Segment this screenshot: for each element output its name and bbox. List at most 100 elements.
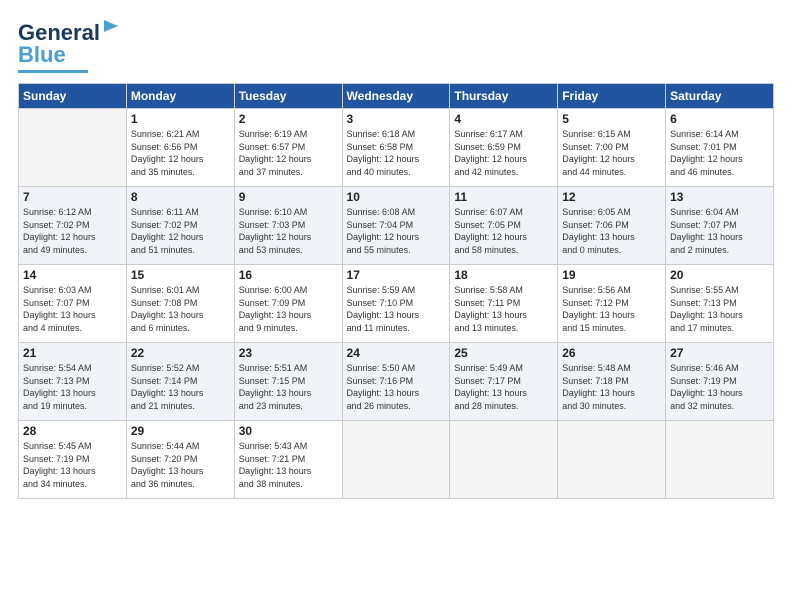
day-number: 12 bbox=[562, 190, 661, 204]
calendar-cell: 12 Sunrise: 6:05 AM Sunset: 7:06 PM Dayli… bbox=[558, 187, 666, 265]
calendar-cell: 14 Sunrise: 6:03 AM Sunset: 7:07 PM Dayli… bbox=[19, 265, 127, 343]
day-number: 17 bbox=[347, 268, 446, 282]
calendar-cell: 5 Sunrise: 6:15 AM Sunset: 7:00 PM Daylig… bbox=[558, 109, 666, 187]
cell-sun-info: Sunrise: 5:54 AM Sunset: 7:13 PM Dayligh… bbox=[23, 362, 122, 412]
calendar-cell: 21Sunrise: 5:54 AM Sunset: 7:13 PM Dayli… bbox=[19, 343, 127, 421]
cell-sun-info: Sunrise: 5:43 AM Sunset: 7:21 PM Dayligh… bbox=[239, 440, 338, 490]
logo-underline bbox=[18, 70, 88, 73]
calendar-week-row: 14 Sunrise: 6:03 AM Sunset: 7:07 PM Dayli… bbox=[19, 265, 774, 343]
cell-sun-info: Sunrise: 5:50 AM Sunset: 7:16 PM Dayligh… bbox=[347, 362, 446, 412]
calendar-cell: 18Sunrise: 5:58 AM Sunset: 7:11 PM Dayli… bbox=[450, 265, 558, 343]
cell-sun-info: Sunrise: 5:56 AM Sunset: 7:12 PM Dayligh… bbox=[562, 284, 661, 334]
calendar-week-row: 21Sunrise: 5:54 AM Sunset: 7:13 PM Dayli… bbox=[19, 343, 774, 421]
calendar-cell: 23 Sunrise: 5:51 AM Sunset: 7:15 PM Dayli… bbox=[234, 343, 342, 421]
calendar-table: SundayMondayTuesdayWednesdayThursdayFrid… bbox=[18, 83, 774, 499]
cell-sun-info: Sunrise: 6:17 AM Sunset: 6:59 PM Dayligh… bbox=[454, 128, 553, 178]
calendar-cell: 27Sunrise: 5:46 AM Sunset: 7:19 PM Dayli… bbox=[666, 343, 774, 421]
day-number: 10 bbox=[347, 190, 446, 204]
calendar-cell bbox=[666, 421, 774, 499]
cell-sun-info: Sunrise: 5:49 AM Sunset: 7:17 PM Dayligh… bbox=[454, 362, 553, 412]
day-number: 19 bbox=[562, 268, 661, 282]
calendar-cell: 16 Sunrise: 6:00 AM Sunset: 7:09 PM Dayli… bbox=[234, 265, 342, 343]
col-header-tuesday: Tuesday bbox=[234, 84, 342, 109]
calendar-week-row: 28Sunrise: 5:45 AM Sunset: 7:19 PM Dayli… bbox=[19, 421, 774, 499]
calendar-cell: 28Sunrise: 5:45 AM Sunset: 7:19 PM Dayli… bbox=[19, 421, 127, 499]
day-number: 15 bbox=[131, 268, 230, 282]
cell-sun-info: Sunrise: 6:07 AM Sunset: 7:05 PM Dayligh… bbox=[454, 206, 553, 256]
cell-sun-info: Sunrise: 6:19 AM Sunset: 6:57 PM Dayligh… bbox=[239, 128, 338, 178]
day-number: 6 bbox=[670, 112, 769, 126]
day-number: 20 bbox=[670, 268, 769, 282]
cell-sun-info: Sunrise: 5:48 AM Sunset: 7:18 PM Dayligh… bbox=[562, 362, 661, 412]
calendar-cell: 2 Sunrise: 6:19 AM Sunset: 6:57 PM Daylig… bbox=[234, 109, 342, 187]
col-header-sunday: Sunday bbox=[19, 84, 127, 109]
cell-sun-info: Sunrise: 6:01 AM Sunset: 7:08 PM Dayligh… bbox=[131, 284, 230, 334]
day-number: 23 bbox=[239, 346, 338, 360]
day-number: 27 bbox=[670, 346, 769, 360]
calendar-cell: 13 Sunrise: 6:04 AM Sunset: 7:07 PM Dayli… bbox=[666, 187, 774, 265]
calendar-cell: 8Sunrise: 6:11 AM Sunset: 7:02 PM Daylig… bbox=[126, 187, 234, 265]
cell-sun-info: Sunrise: 6:18 AM Sunset: 6:58 PM Dayligh… bbox=[347, 128, 446, 178]
cell-sun-info: Sunrise: 6:11 AM Sunset: 7:02 PM Dayligh… bbox=[131, 206, 230, 256]
calendar-header-row: SundayMondayTuesdayWednesdayThursdayFrid… bbox=[19, 84, 774, 109]
calendar-cell: 6 Sunrise: 6:14 AM Sunset: 7:01 PM Daylig… bbox=[666, 109, 774, 187]
day-number: 24 bbox=[347, 346, 446, 360]
day-number: 4 bbox=[454, 112, 553, 126]
day-number: 18 bbox=[454, 268, 553, 282]
day-number: 30 bbox=[239, 424, 338, 438]
calendar-cell: 25 Sunrise: 5:49 AM Sunset: 7:17 PM Dayli… bbox=[450, 343, 558, 421]
cell-sun-info: Sunrise: 6:00 AM Sunset: 7:09 PM Dayligh… bbox=[239, 284, 338, 334]
calendar-cell: 22 Sunrise: 5:52 AM Sunset: 7:14 PM Dayli… bbox=[126, 343, 234, 421]
calendar-cell bbox=[19, 109, 127, 187]
col-header-thursday: Thursday bbox=[450, 84, 558, 109]
calendar-cell bbox=[558, 421, 666, 499]
day-number: 2 bbox=[239, 112, 338, 126]
header: General Blue bbox=[18, 18, 774, 73]
calendar-cell: 3 Sunrise: 6:18 AM Sunset: 6:58 PM Daylig… bbox=[342, 109, 450, 187]
day-number: 26 bbox=[562, 346, 661, 360]
day-number: 9 bbox=[239, 190, 338, 204]
calendar-cell: 17 Sunrise: 5:59 AM Sunset: 7:10 PM Dayli… bbox=[342, 265, 450, 343]
cell-sun-info: Sunrise: 5:44 AM Sunset: 7:20 PM Dayligh… bbox=[131, 440, 230, 490]
col-header-wednesday: Wednesday bbox=[342, 84, 450, 109]
page: General Blue SundayMondayTuesdayWednesda… bbox=[0, 0, 792, 612]
cell-sun-info: Sunrise: 6:10 AM Sunset: 7:03 PM Dayligh… bbox=[239, 206, 338, 256]
calendar-cell: 26 Sunrise: 5:48 AM Sunset: 7:18 PM Dayli… bbox=[558, 343, 666, 421]
cell-sun-info: Sunrise: 6:03 AM Sunset: 7:07 PM Dayligh… bbox=[23, 284, 122, 334]
calendar-cell: 9 Sunrise: 6:10 AM Sunset: 7:03 PM Daylig… bbox=[234, 187, 342, 265]
day-number: 25 bbox=[454, 346, 553, 360]
day-number: 1 bbox=[131, 112, 230, 126]
day-number: 13 bbox=[670, 190, 769, 204]
calendar-cell: 30 Sunrise: 5:43 AM Sunset: 7:21 PM Dayli… bbox=[234, 421, 342, 499]
calendar-cell: 11 Sunrise: 6:07 AM Sunset: 7:05 PM Dayli… bbox=[450, 187, 558, 265]
calendar-cell: 1 Sunrise: 6:21 AM Sunset: 6:56 PM Daylig… bbox=[126, 109, 234, 187]
cell-sun-info: Sunrise: 5:55 AM Sunset: 7:13 PM Dayligh… bbox=[670, 284, 769, 334]
day-number: 29 bbox=[131, 424, 230, 438]
day-number: 22 bbox=[131, 346, 230, 360]
calendar-cell: 19 Sunrise: 5:56 AM Sunset: 7:12 PM Dayli… bbox=[558, 265, 666, 343]
day-number: 16 bbox=[239, 268, 338, 282]
cell-sun-info: Sunrise: 5:59 AM Sunset: 7:10 PM Dayligh… bbox=[347, 284, 446, 334]
day-number: 14 bbox=[23, 268, 122, 282]
calendar-cell bbox=[342, 421, 450, 499]
cell-sun-info: Sunrise: 6:04 AM Sunset: 7:07 PM Dayligh… bbox=[670, 206, 769, 256]
calendar-cell: 20 Sunrise: 5:55 AM Sunset: 7:13 PM Dayli… bbox=[666, 265, 774, 343]
cell-sun-info: Sunrise: 5:45 AM Sunset: 7:19 PM Dayligh… bbox=[23, 440, 122, 490]
cell-sun-info: Sunrise: 6:12 AM Sunset: 7:02 PM Dayligh… bbox=[23, 206, 122, 256]
calendar-cell: 7Sunrise: 6:12 AM Sunset: 7:02 PM Daylig… bbox=[19, 187, 127, 265]
day-number: 5 bbox=[562, 112, 661, 126]
day-number: 3 bbox=[347, 112, 446, 126]
logo-blue: Blue bbox=[18, 42, 66, 68]
cell-sun-info: Sunrise: 6:05 AM Sunset: 7:06 PM Dayligh… bbox=[562, 206, 661, 256]
cell-sun-info: Sunrise: 6:21 AM Sunset: 6:56 PM Dayligh… bbox=[131, 128, 230, 178]
cell-sun-info: Sunrise: 6:14 AM Sunset: 7:01 PM Dayligh… bbox=[670, 128, 769, 178]
col-header-saturday: Saturday bbox=[666, 84, 774, 109]
calendar-cell: 4 Sunrise: 6:17 AM Sunset: 6:59 PM Daylig… bbox=[450, 109, 558, 187]
col-header-friday: Friday bbox=[558, 84, 666, 109]
calendar-cell: 10 Sunrise: 6:08 AM Sunset: 7:04 PM Dayli… bbox=[342, 187, 450, 265]
day-number: 11 bbox=[454, 190, 553, 204]
cell-sun-info: Sunrise: 6:08 AM Sunset: 7:04 PM Dayligh… bbox=[347, 206, 446, 256]
cell-sun-info: Sunrise: 5:52 AM Sunset: 7:14 PM Dayligh… bbox=[131, 362, 230, 412]
cell-sun-info: Sunrise: 6:15 AM Sunset: 7:00 PM Dayligh… bbox=[562, 128, 661, 178]
cell-sun-info: Sunrise: 5:51 AM Sunset: 7:15 PM Dayligh… bbox=[239, 362, 338, 412]
